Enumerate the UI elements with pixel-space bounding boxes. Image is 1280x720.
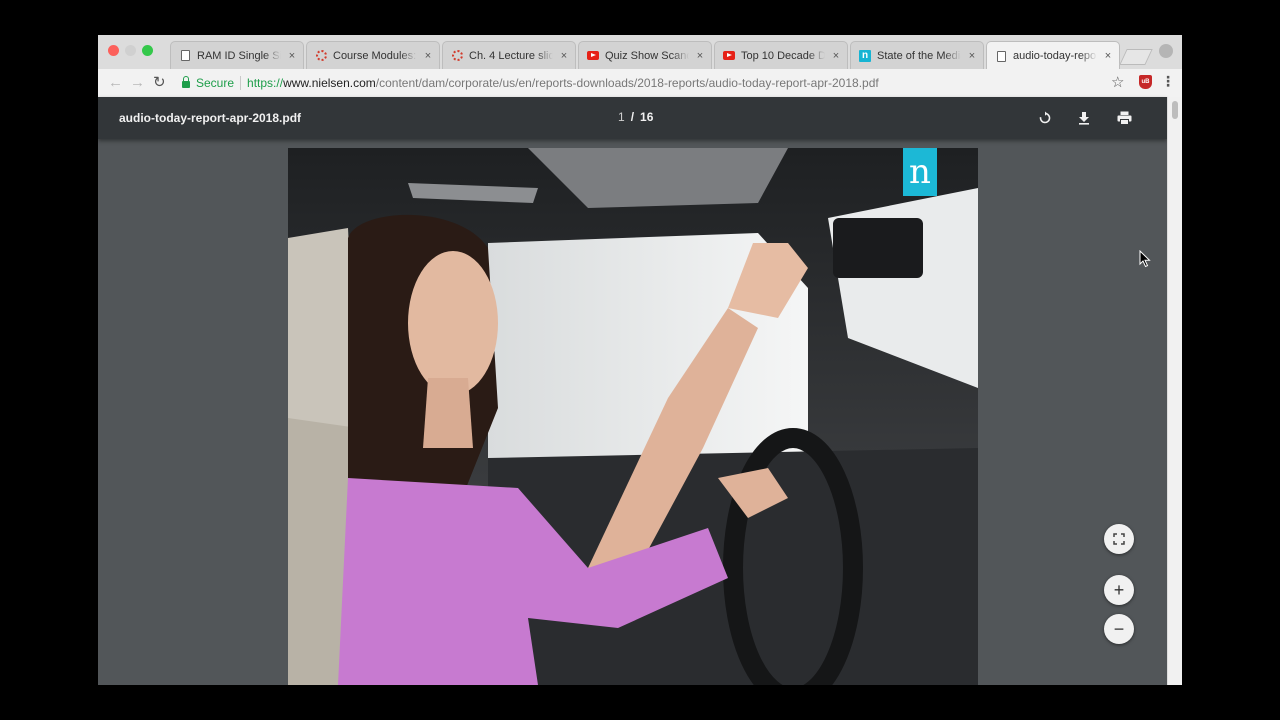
tab-top-10[interactable]: Top 10 Decade Defining × — [714, 41, 848, 69]
document-icon — [995, 50, 1007, 62]
url-path: /content/dam/corporate/us/en/reports-dow… — [375, 76, 879, 90]
print-icon[interactable] — [1113, 107, 1135, 129]
forward-arrow-icon[interactable]: → — [130, 74, 145, 92]
zoom-out-button[interactable]: − — [1104, 614, 1134, 644]
bookmark-star-icon[interactable]: ☆ — [1111, 73, 1124, 91]
canvas-icon — [315, 50, 327, 62]
tab-state-of-media[interactable]: n State of the Media × — [850, 41, 984, 69]
document-icon — [179, 50, 191, 62]
total-pages: 16 — [640, 110, 654, 124]
browser-window: RAM ID Single Sign-On × Course Modules: … — [98, 35, 1182, 685]
tab-lecture-slides[interactable]: Ch. 4 Lecture slides × — [442, 41, 576, 69]
fit-page-icon — [1113, 533, 1125, 545]
ublock-extension-icon[interactable]: uB — [1139, 75, 1152, 89]
browser-toolbar: ← → ↻ Secure https://www.nielsen.com/con… — [98, 69, 1182, 98]
close-icon[interactable]: × — [831, 50, 841, 62]
tab-title: Course Modules: Introduction — [333, 49, 417, 62]
page-indicator: 1 / 16 — [618, 110, 653, 124]
profile-avatar[interactable] — [1159, 44, 1173, 58]
download-icon[interactable] — [1073, 107, 1095, 129]
tab-title: Top 10 Decade Defining — [741, 49, 825, 62]
nielsen-icon: n — [859, 49, 871, 62]
plus-icon: + — [1113, 579, 1125, 600]
tab-audio-today-pdf[interactable]: audio-today-report-apr-2018.pdf × — [986, 41, 1120, 70]
current-page-input[interactable]: 1 — [618, 110, 625, 124]
tab-strip: RAM ID Single Sign-On × Course Modules: … — [98, 35, 1182, 70]
tab-course-modules[interactable]: Course Modules: Introduction × — [306, 41, 440, 69]
url-scheme: https:// — [247, 76, 284, 90]
pdf-toolbar: audio-today-report-apr-2018.pdf 1 / 16 — [98, 97, 1167, 139]
window-minimize-button[interactable] — [125, 45, 136, 56]
new-tab-button[interactable] — [1119, 49, 1153, 65]
close-icon[interactable]: × — [967, 50, 977, 62]
reload-icon[interactable]: ↻ — [153, 74, 166, 92]
lock-icon — [182, 76, 190, 88]
tab-title: Ch. 4 Lecture slides — [469, 49, 553, 62]
cover-photo — [288, 148, 978, 685]
tab-title: Quiz Show Scandal — [605, 49, 689, 62]
youtube-icon — [587, 50, 599, 62]
close-icon[interactable]: × — [559, 50, 569, 62]
omnibox-divider — [240, 76, 242, 90]
nielsen-logo: n — [903, 148, 937, 196]
tab-title: State of the Media — [877, 49, 961, 62]
rotate-icon[interactable] — [1034, 107, 1056, 129]
page-separator: / — [630, 110, 635, 124]
pdf-page-1: n — [288, 148, 978, 685]
window-maximize-button[interactable] — [142, 45, 153, 56]
url-host: www.nielsen.com — [283, 76, 376, 90]
scrollbar-thumb[interactable] — [1172, 101, 1178, 119]
minus-icon: − — [1113, 618, 1125, 639]
pdf-filename: audio-today-report-apr-2018.pdf — [119, 111, 302, 125]
close-icon[interactable]: × — [695, 50, 705, 62]
address-bar[interactable]: Secure https://www.nielsen.com/content/d… — [176, 72, 1130, 94]
youtube-icon — [723, 50, 735, 62]
fit-to-page-button[interactable] — [1104, 524, 1134, 554]
mouse-cursor-icon — [1139, 250, 1151, 268]
vertical-scrollbar[interactable] — [1167, 97, 1182, 685]
secure-label: Secure — [196, 76, 235, 90]
window-close-button[interactable] — [108, 45, 119, 56]
tab-title: audio-today-report-apr-2018.pdf — [1013, 50, 1097, 62]
close-icon[interactable]: × — [423, 50, 433, 62]
close-icon[interactable]: × — [1103, 50, 1113, 62]
zoom-in-button[interactable]: + — [1104, 575, 1134, 605]
close-icon[interactable]: × — [287, 50, 297, 62]
tab-quiz-show[interactable]: Quiz Show Scandal × — [578, 41, 712, 69]
back-arrow-icon[interactable]: ← — [108, 74, 123, 92]
canvas-icon — [451, 50, 463, 62]
tab-title: RAM ID Single Sign-On — [197, 49, 281, 62]
tab-ram-id[interactable]: RAM ID Single Sign-On × — [170, 41, 304, 69]
kebab-menu-icon[interactable]: ⋮ — [1161, 73, 1175, 90]
